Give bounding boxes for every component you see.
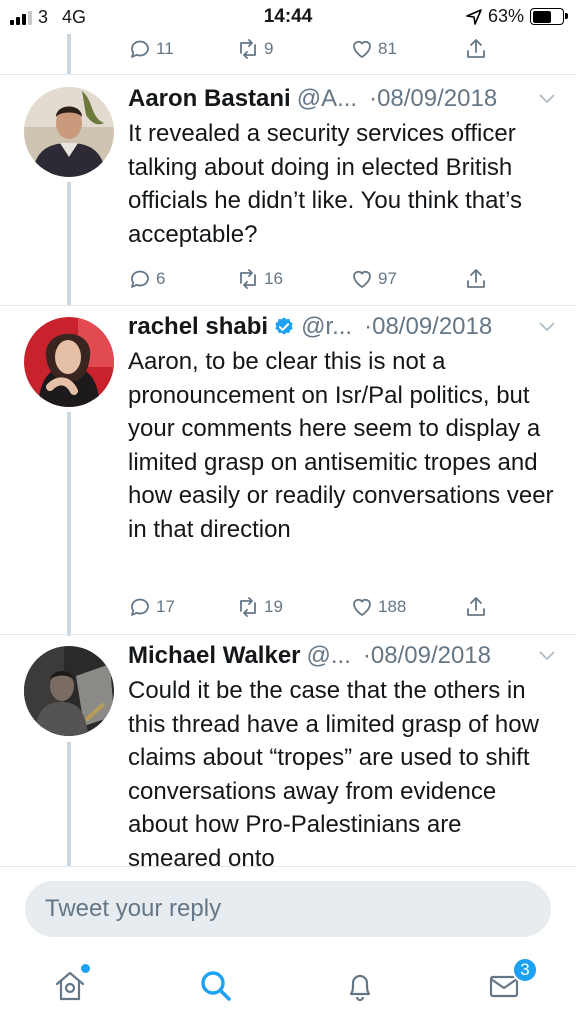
reply-icon [131,270,149,288]
reply-count: 11 [156,39,174,58]
tweet-header: Michael Walker @... ·08/09/2018 [128,640,558,672]
battery-icon [530,8,568,25]
tab-messages[interactable]: 3 [482,957,538,1008]
heart-icon [353,40,371,58]
tweet-text: Could it be the case that the others in … [128,677,539,866]
verified-badge-icon [275,317,293,335]
battery-percent: 63% [487,6,524,26]
user-handle[interactable]: @r... [301,313,352,341]
share-icon [467,597,485,616]
avatar[interactable] [24,87,114,177]
user-handle[interactable]: @... [307,642,351,670]
thread-line [67,34,71,74]
reply-count: 6 [156,269,166,288]
reply-button[interactable]: 17 [128,595,175,619]
share-icon [467,269,485,288]
tab-bar: 3 [0,950,576,1024]
reply-placeholder: Tweet your reply [45,895,222,922]
tab-home[interactable] [48,964,92,1008]
retweet-button[interactable]: 19 [236,595,283,619]
location-arrow-icon [466,8,482,25]
retweet-icon [240,597,256,617]
like-button[interactable]: 188 [350,595,406,619]
tweet-date: ·08/09/2018 [362,642,491,669]
tweet[interactable]: rachel shabi @r... ·08/09/2018 Aaron, to… [0,311,576,601]
tweet-actions: 17 19 188 [128,590,508,624]
display-name[interactable]: Aaron Bastani [128,85,291,113]
share-button[interactable] [464,267,488,291]
like-count: 81 [378,39,397,58]
tab-notifications[interactable] [338,964,382,1008]
search-icon [201,971,231,1001]
reply-input[interactable]: Tweet your reply [25,881,551,937]
retweet-icon [240,269,256,289]
retweet-count: 19 [264,597,283,616]
share-button[interactable] [464,595,488,619]
share-icon [467,39,485,58]
new-content-dot [81,964,90,973]
messages-badge: 3 [512,957,538,983]
like-count: 188 [378,597,407,616]
reply-count: 17 [156,597,175,616]
share-button[interactable] [464,37,488,61]
tweet-text: Aaron, to be clear this is not a pronoun… [128,348,554,543]
status-bar: 3 4G 14:44 63% [0,0,576,34]
retweet-button[interactable]: 16 [236,267,283,291]
divider [0,74,576,75]
bell-icon [349,974,371,1002]
display-name[interactable]: Michael Walker [128,642,301,670]
retweet-count: 9 [264,39,274,58]
tweet[interactable]: Michael Walker @... ·08/09/2018 Could it… [0,640,576,866]
heart-icon [353,598,371,616]
retweet-icon [240,39,256,59]
home-icon [55,971,85,1001]
avatar[interactable] [24,317,114,407]
tweet-date: ·08/09/2018 [369,85,498,112]
retweet-count: 16 [264,269,283,288]
like-count: 97 [378,269,397,288]
reply-icon [131,598,149,616]
avatar[interactable] [24,646,114,736]
divider [0,634,576,635]
display-name[interactable]: rachel shabi [128,313,268,341]
user-handle[interactable]: @A... [297,85,357,113]
tweet-actions: 6 16 97 [128,262,508,296]
chevron-down-icon[interactable] [538,91,556,105]
divider [0,305,576,306]
tweet-date: ·08/09/2018 [364,313,493,340]
status-right: 63% [466,6,568,27]
tweet-header: rachel shabi @r... ·08/09/2018 [128,311,558,343]
divider [0,866,576,867]
chevron-down-icon[interactable] [538,648,556,662]
heart-icon [353,270,371,288]
like-button[interactable]: 97 [350,267,397,291]
tweet-text: It revealed a security services officer … [128,120,523,248]
like-button[interactable]: 81 [350,37,397,61]
tweet-header: Aaron Bastani @A... ·08/09/2018 [128,83,558,115]
reply-button[interactable]: 6 [128,267,165,291]
retweet-button[interactable]: 9 [236,37,273,61]
tweet-actions: 11 9 81 [128,32,508,66]
tab-search[interactable] [194,964,238,1008]
reply-button[interactable]: 11 [128,37,174,61]
chevron-down-icon[interactable] [538,319,556,333]
reply-icon [131,40,149,58]
